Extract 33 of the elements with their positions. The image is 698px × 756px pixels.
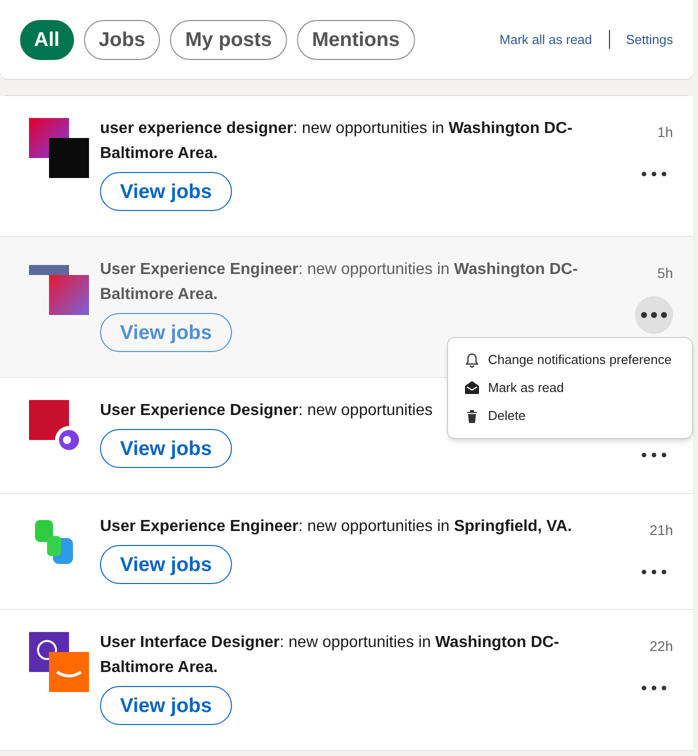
- notification-text: User Experience Engineer: new opportunities in Washington DC-Baltimore Area.: [100, 260, 579, 305]
- menu-item[interactable]: Delete: [464, 402, 676, 430]
- company-logo-icon: [29, 118, 91, 180]
- view-jobs-button[interactable]: View jobs: [100, 172, 232, 211]
- envelope-icon: [464, 380, 480, 396]
- more-icon: [641, 312, 667, 318]
- header-link[interactable]: Settings: [610, 30, 673, 50]
- view-jobs-button[interactable]: View jobs: [100, 545, 232, 584]
- menu-item[interactable]: Change notifications preference: [464, 346, 676, 374]
- view-jobs-button[interactable]: View jobs: [100, 686, 232, 725]
- view-jobs-button[interactable]: View jobs: [100, 429, 232, 468]
- filter-pill[interactable]: Jobs: [84, 20, 160, 60]
- more-icon: [641, 452, 667, 458]
- time-label: 22h: [650, 637, 673, 656]
- trash-icon: [464, 408, 480, 424]
- bell-icon: [464, 352, 480, 368]
- filter-pill[interactable]: My posts: [170, 20, 287, 60]
- filter-pill[interactable]: All: [20, 20, 74, 60]
- more-icon: [641, 171, 667, 177]
- notification-text: User Experience Designer: new opportunities: [100, 401, 433, 421]
- header-link[interactable]: Mark all as read: [500, 30, 610, 50]
- time-label: 5h: [657, 264, 673, 283]
- more-icon: [641, 569, 667, 575]
- notification-text: user experience designer: new opportunities in Washington DC-Baltimore Area.: [100, 119, 574, 164]
- company-logo-icon: [29, 632, 91, 694]
- notification-text: User Experience Engineer: new opportunities in Springfield, VA.: [100, 517, 572, 537]
- more-options-button[interactable]: [635, 296, 673, 334]
- time-label: 21h: [650, 521, 673, 540]
- notification-text: User Interface Designer: new opportunities in Washington DC-Baltimore Area.: [100, 633, 560, 678]
- more-icon: [641, 685, 667, 691]
- notification-row[interactable]: user experience designer: new opportunities in Washington DC-Baltimore Area. View jobs 1h: [0, 96, 693, 237]
- filter-pill[interactable]: Mentions: [296, 20, 415, 60]
- time-label: 1h: [657, 123, 673, 142]
